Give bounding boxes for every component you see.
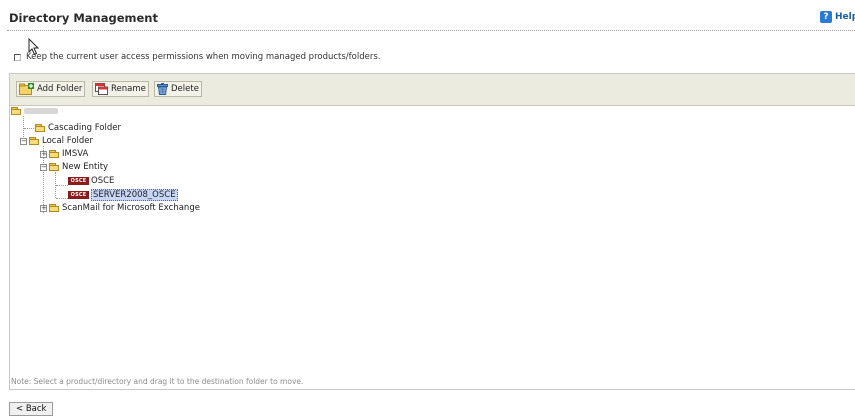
page-title: Directory Management (9, 11, 158, 25)
rename-label: Rename (111, 84, 146, 94)
collapse-icon[interactable]: − (20, 137, 27, 145)
cascading-folder-label: Cascading Folder (48, 123, 121, 133)
scanmail-label: ScanMail for Microsoft Exchange (62, 203, 200, 213)
folder-icon (35, 124, 46, 132)
tree-connector (56, 198, 68, 199)
keep-permissions-label: Keep the current user access permissions… (26, 52, 381, 62)
tree-connector (24, 128, 34, 129)
keep-permissions-checkbox[interactable] (14, 53, 21, 61)
directory-panel: Add Folder Rename Delete Cascading Folde… (9, 73, 855, 390)
title-divider (7, 30, 855, 31)
osce-product-icon: OSCE (68, 177, 89, 185)
tree-node-new-entity[interactable]: − New Entity (40, 162, 108, 172)
tree-connector (56, 185, 68, 186)
tree-node-cascading-folder[interactable]: Cascading Folder (35, 123, 121, 133)
delete-button[interactable]: Delete (154, 81, 202, 97)
local-folder-label: Local Folder (42, 136, 93, 146)
directory-toolbar: Add Folder Rename Delete (10, 74, 855, 106)
tree-node-scanmail[interactable]: + ScanMail for Microsoft Exchange (40, 203, 200, 213)
tree-node-local-folder[interactable]: − Local Folder (20, 136, 93, 146)
folder-icon (29, 137, 40, 145)
expand-icon[interactable]: + (40, 150, 47, 158)
help-link[interactable]: ? Help (820, 11, 855, 23)
back-button[interactable]: < Back (9, 402, 54, 416)
add-folder-icon (19, 83, 34, 95)
keep-permissions-row: Keep the current user access permissions… (14, 52, 380, 62)
add-folder-button[interactable]: Add Folder (16, 81, 86, 97)
osce-label: OSCE (91, 176, 115, 186)
imsva-label: IMSVA (62, 149, 89, 159)
folder-icon (49, 204, 60, 212)
osce-product-icon: OSCE (68, 191, 89, 199)
trash-icon (157, 83, 168, 95)
tree-node-server2008-osce[interactable]: OSCE SERVER2008_OSCE (68, 189, 178, 201)
collapse-icon[interactable]: − (40, 163, 47, 171)
add-folder-label: Add Folder (37, 84, 83, 94)
folder-icon (49, 163, 60, 171)
tree-node-osce[interactable]: OSCE OSCE (68, 176, 114, 186)
folder-icon (49, 150, 60, 158)
new-entity-label: New Entity (62, 162, 109, 172)
folder-icon (11, 107, 22, 115)
tree-node-root[interactable] (11, 107, 60, 115)
mouse-pointer-icon (28, 38, 40, 56)
help-icon: ? (820, 11, 832, 23)
delete-label: Delete (171, 84, 199, 94)
root-label-redacted (24, 108, 58, 114)
drag-note: Note: Select a product/directory and dra… (11, 377, 304, 386)
tree-node-imsva[interactable]: + IMSVA (40, 149, 88, 159)
expand-icon[interactable]: + (40, 204, 47, 212)
rename-icon (95, 83, 108, 95)
help-label: Help (835, 12, 855, 22)
rename-button[interactable]: Rename (92, 81, 149, 97)
server2008-osce-label: SERVER2008_OSCE (91, 189, 178, 201)
directory-tree: Cascading Folder − Local Folder + IMSVA … (10, 106, 855, 371)
